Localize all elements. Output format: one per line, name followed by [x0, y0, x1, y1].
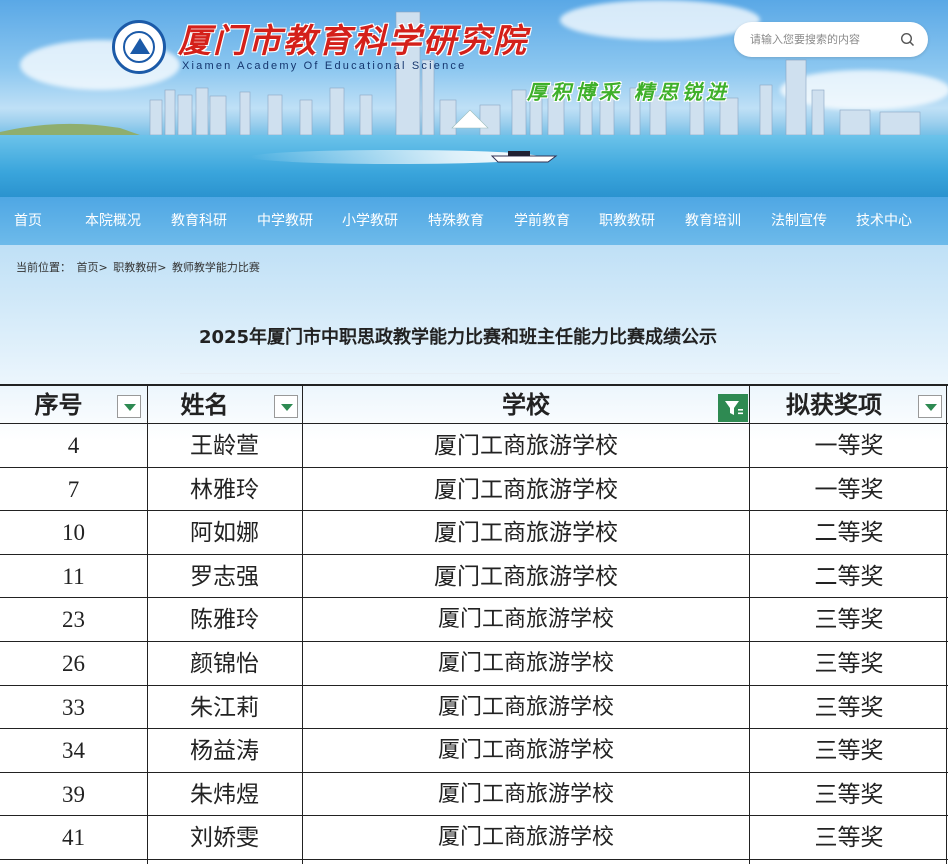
cell-school: 厦门工商旅游学校	[437, 738, 614, 764]
table-header-row: 序号 姓名 学校 拟获奖项	[0, 384, 948, 424]
cell-award: 一等奖	[814, 476, 884, 503]
breadcrumb-current[interactable]: 教师教学能力比赛	[172, 261, 260, 274]
column-divider	[946, 384, 947, 864]
dropdown-arrow-icon	[124, 404, 136, 411]
filter-active-button[interactable]	[718, 394, 748, 422]
search-input[interactable]	[750, 30, 890, 49]
site-title[interactable]: 厦门市教育科学研究院	[178, 14, 528, 62]
cell-school: 厦门工商旅游学校	[434, 520, 618, 547]
cell-award: 三等奖	[814, 650, 884, 677]
cell-school: 厦门工商旅游学校	[437, 825, 614, 851]
search-icon[interactable]	[900, 32, 915, 47]
cell-name: 林雅玲	[190, 476, 259, 503]
cell-no: 4	[67, 433, 80, 458]
cell-school: 厦门工商旅游学校	[434, 563, 618, 590]
filter-dropdown-button[interactable]	[918, 395, 942, 418]
cell-award: 二等奖	[814, 563, 884, 590]
nav-item-primary[interactable]: 小学教研	[342, 197, 398, 245]
cell-award: 二等奖	[814, 520, 884, 547]
header-banner: 厦门市教育科学研究院 Xiamen Academy Of Educational…	[0, 0, 948, 197]
cell-no: 10	[62, 520, 85, 546]
speedboat-image	[490, 151, 558, 163]
breadcrumb-prefix: 当前位置：	[16, 261, 71, 274]
column-divider	[749, 384, 750, 864]
cell-no: 33	[62, 694, 85, 720]
cell-school: 厦门工商旅游学校	[434, 433, 618, 459]
nav-item-legal[interactable]: 法制宣传	[771, 197, 827, 245]
filter-dropdown-button[interactable]	[117, 395, 141, 418]
cell-no: 26	[62, 650, 85, 676]
table-row: 10 阿如娜 厦门工商旅游学校 二等奖	[0, 511, 948, 555]
cell-name: 陈雅玲	[190, 607, 259, 634]
cell-award: 三等奖	[814, 738, 884, 765]
cell-school: 厦门工商旅游学校	[437, 607, 614, 633]
cell-award: 一等奖	[814, 433, 884, 459]
cell-no: 34	[62, 738, 85, 764]
cell-no: 23	[62, 607, 85, 633]
search-box	[734, 22, 928, 57]
cell-no: 7	[67, 476, 80, 502]
table-row: 33 朱江莉 厦门工商旅游学校 三等奖	[0, 686, 948, 730]
site-subtitle: Xiamen Academy Of Educational Science	[182, 60, 467, 72]
cell-award: 三等奖	[814, 825, 884, 852]
dropdown-arrow-icon	[925, 404, 937, 411]
nav-item-about[interactable]: 本院概况	[85, 197, 141, 245]
main-nav: 首页 本院概况 教育科研 中学教研 小学教研 特殊教育 学前教育 职教教研 教育…	[0, 197, 948, 245]
cell-name: 颜锦怡	[190, 650, 259, 677]
nav-item-secondary[interactable]: 中学教研	[257, 197, 313, 245]
nav-item-research[interactable]: 教育科研	[171, 197, 227, 245]
cell-school: 厦门工商旅游学校	[437, 694, 614, 720]
page-title: 2025年厦门市中职思政教学能力比赛和班主任能力比赛成绩公示	[198, 327, 718, 348]
cell-award: 三等奖	[814, 607, 884, 634]
content-area: 当前位置： 首页> 职教教研> 教师教学能力比赛 2025年厦门市中职思政教学能…	[0, 245, 948, 864]
table-row: 39 朱炜煜 厦门工商旅游学校 三等奖	[0, 773, 948, 817]
cell-name: 罗志强	[190, 563, 259, 590]
filter-dropdown-button[interactable]	[274, 395, 298, 418]
cell-no: 11	[62, 563, 85, 589]
institute-logo[interactable]	[112, 20, 166, 74]
cell-no: 41	[62, 825, 85, 851]
column-divider	[302, 384, 303, 864]
column-divider	[147, 384, 148, 864]
results-table: 序号 姓名 学校 拟获奖项 4 王龄萱 厦门工商旅游学校 一等奖 7 林雅玲 厦门工商旅游学…	[0, 384, 948, 864]
site-slogan: 厚积博采 精思锐进	[527, 80, 730, 104]
breadcrumb-link-vocational[interactable]: 职教教研>	[113, 261, 166, 274]
table-body: 4 王龄萱 厦门工商旅游学校 一等奖 7 林雅玲 厦门工商旅游学校 一等奖 10 阿如娜 厦门工商旅…	[0, 424, 948, 860]
cell-school: 厦门工商旅游学校	[437, 781, 614, 807]
table-row: 26 颜锦怡 厦门工商旅游学校 三等奖	[0, 642, 948, 686]
table-row: 7 林雅玲 厦门工商旅游学校 一等奖	[0, 468, 948, 512]
cell-name: 朱炜煜	[190, 781, 259, 808]
table-row: 23 陈雅玲 厦门工商旅游学校 三等奖	[0, 598, 948, 642]
logo-emblem-icon	[130, 38, 150, 54]
cell-award: 三等奖	[814, 694, 884, 721]
cell-award: 三等奖	[814, 781, 884, 808]
funnel-filter-icon	[725, 401, 743, 415]
cell-school: 厦门工商旅游学校	[434, 476, 618, 503]
nav-item-vocational[interactable]: 职教教研	[599, 197, 655, 245]
dropdown-arrow-icon	[281, 404, 293, 411]
nav-item-special[interactable]: 特殊教育	[428, 197, 484, 245]
cell-name: 王龄萱	[190, 433, 259, 459]
cell-no: 39	[62, 781, 85, 807]
table-row: 4 王龄萱 厦门工商旅游学校 一等奖	[0, 424, 948, 468]
table-row: 41 刘娇雯 厦门工商旅游学校 三等奖	[0, 816, 948, 860]
breadcrumb: 当前位置： 首页> 职教教研> 教师教学能力比赛	[16, 259, 262, 275]
table-row: 11 罗志强 厦门工商旅游学校 二等奖	[0, 555, 948, 599]
title-divider	[180, 373, 840, 374]
breadcrumb-link-home[interactable]: 首页>	[77, 261, 108, 274]
cell-name: 朱江莉	[190, 694, 259, 721]
cell-name: 阿如娜	[190, 520, 259, 547]
nav-item-tech[interactable]: 技术中心	[856, 197, 912, 245]
cell-name: 杨益涛	[190, 738, 259, 765]
cell-name: 刘娇雯	[190, 825, 259, 852]
sea-background	[0, 135, 948, 197]
header-school: 学校	[502, 390, 550, 419]
nav-item-training[interactable]: 教育培训	[685, 197, 741, 245]
nav-item-preschool[interactable]: 学前教育	[514, 197, 570, 245]
cell-school: 厦门工商旅游学校	[437, 650, 614, 676]
table-row: 34 杨益涛 厦门工商旅游学校 三等奖	[0, 729, 948, 773]
nav-item-home[interactable]: 首页	[14, 197, 42, 245]
